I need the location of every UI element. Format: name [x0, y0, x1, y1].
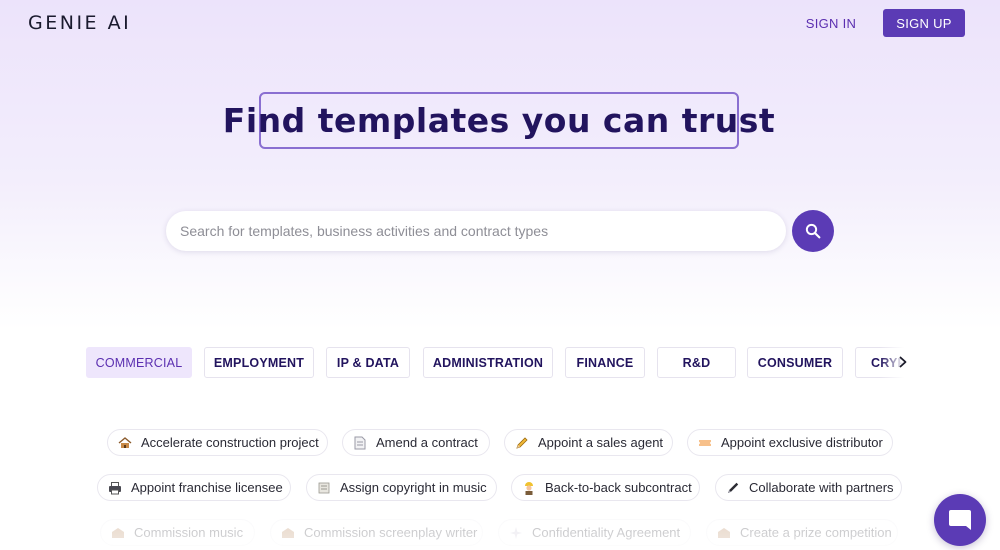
chip-label: Appoint exclusive distributor: [721, 435, 883, 450]
ticket-icon: [698, 436, 712, 450]
category-tabs: COMMERCIAL EMPLOYMENT IP & DATA ADMINIST…: [86, 347, 918, 379]
template-chip[interactable]: Appoint a sales agent: [504, 429, 673, 456]
template-chip[interactable]: Assign copyright in music: [306, 474, 497, 501]
tabs-next-button[interactable]: [893, 352, 913, 372]
sign-up-button[interactable]: SIGN UP: [883, 9, 965, 37]
tab-administration[interactable]: ADMINISTRATION: [423, 347, 553, 378]
search-icon: [805, 223, 821, 239]
construction-house-icon: [118, 436, 132, 450]
chip-label: Collaborate with partners: [749, 480, 894, 495]
building-icon: [281, 526, 295, 540]
document-icon: [353, 436, 367, 450]
pen-icon: [726, 481, 740, 495]
printer-icon: [108, 481, 122, 495]
template-chip[interactable]: Appoint franchise licensee: [97, 474, 291, 501]
chip-label: Appoint a sales agent: [538, 435, 664, 450]
tab-employment[interactable]: EMPLOYMENT: [204, 347, 314, 378]
pencil-icon: [515, 436, 529, 450]
search-bar: [166, 211, 786, 251]
template-chip[interactable]: Collaborate with partners: [715, 474, 902, 501]
chip-label: Commission screenplay writer: [304, 525, 478, 540]
sparkle-icon: [509, 526, 523, 540]
template-chip[interactable]: Amend a contract: [342, 429, 490, 456]
chip-label: Create a prize competition: [740, 525, 892, 540]
chat-widget-button[interactable]: [934, 494, 986, 546]
search-input[interactable]: [166, 211, 786, 251]
chat-bubble-icon: [949, 510, 971, 530]
tab-commercial[interactable]: COMMERCIAL: [86, 347, 192, 378]
scroll-icon: [317, 481, 331, 495]
search-button[interactable]: [792, 210, 834, 252]
tab-r-and-d[interactable]: R&D: [657, 347, 736, 378]
building-icon: [111, 526, 125, 540]
chip-label: Assign copyright in music: [340, 480, 487, 495]
page-title: Find templates you can trust: [223, 92, 775, 149]
chip-label: Appoint franchise licensee: [131, 480, 283, 495]
tab-consumer[interactable]: CONSUMER: [747, 347, 843, 378]
template-chip[interactable]: Confidentiality Agreement: [498, 519, 691, 546]
building-icon: [717, 526, 731, 540]
tab-finance[interactable]: FINANCE: [565, 347, 645, 378]
template-chip[interactable]: Create a prize competition: [706, 519, 898, 546]
template-chip[interactable]: Back-to-back subcontract: [511, 474, 700, 501]
chip-label: Back-to-back subcontract: [545, 480, 692, 495]
template-chip[interactable]: Commission music: [100, 519, 255, 546]
chip-label: Accelerate construction project: [141, 435, 319, 450]
template-chip[interactable]: Commission screenplay writer: [270, 519, 483, 546]
logo[interactable]: GENIE AI: [28, 12, 131, 34]
template-chip[interactable]: Accelerate construction project: [107, 429, 328, 456]
chip-label: Amend a contract: [376, 435, 478, 450]
chip-label: Commission music: [134, 525, 244, 540]
tab-ip-data[interactable]: IP & DATA: [326, 347, 410, 378]
template-chip[interactable]: Appoint exclusive distributor: [687, 429, 893, 456]
chevron-right-icon: [899, 356, 907, 368]
chip-label: Confidentiality Agreement: [532, 525, 681, 540]
sign-in-button[interactable]: SIGN IN: [796, 9, 866, 37]
worker-icon: [522, 481, 536, 495]
